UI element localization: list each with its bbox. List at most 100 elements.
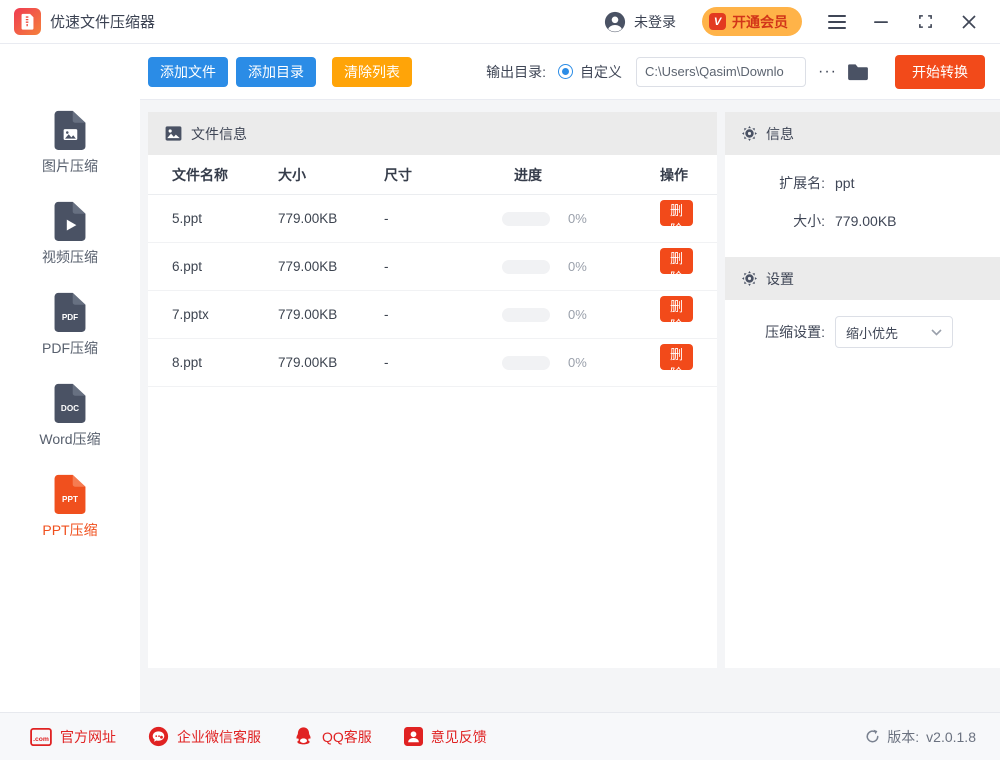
doc-file-icon: DOC	[51, 383, 89, 423]
maximize-button[interactable]	[916, 13, 934, 31]
file-size-cell: 779.00KB	[278, 355, 384, 370]
video-file-icon	[51, 201, 89, 241]
clear-list-button[interactable]: 清除列表	[332, 57, 412, 87]
app-title: 优速文件压缩器	[50, 11, 155, 32]
progress-text: 0%	[568, 259, 587, 274]
file-name-cell: 5.ppt	[172, 211, 278, 226]
col-name: 文件名称	[172, 165, 278, 185]
login-label: 未登录	[634, 12, 676, 32]
sidebar-item-label: 视频压缩	[42, 247, 98, 267]
file-dim-cell: -	[384, 355, 502, 370]
picture-icon	[165, 126, 182, 141]
delete-button[interactable]: 删除	[660, 200, 693, 226]
browse-more-button[interactable]: ···	[818, 63, 837, 81]
file-dim-cell: -	[384, 259, 502, 274]
open-vip-button[interactable]: V 开通会员	[702, 7, 802, 36]
sidebar-item-label: PDF压缩	[42, 338, 98, 358]
output-path-input[interactable]	[636, 57, 806, 87]
progress-text: 0%	[568, 355, 587, 370]
close-button[interactable]	[960, 13, 978, 31]
table-row: 5.ppt 779.00KB - 0% 删除	[148, 195, 717, 243]
svg-text:PDF: PDF	[62, 313, 78, 322]
side-panel: 信息 扩展名: ppt 大小: 779.00KB 设置	[725, 112, 1000, 668]
compress-setting-row: 压缩设置: 缩小优先	[725, 316, 1000, 348]
chevron-down-icon	[931, 329, 942, 336]
sidebar-item-label: 图片压缩	[42, 156, 98, 176]
compress-mode-select[interactable]: 缩小优先	[835, 316, 953, 348]
app-logo-icon	[14, 8, 41, 35]
feedback-label: 意见反馈	[431, 727, 487, 747]
table-header: 文件名称 大小 尺寸 进度 操作	[148, 155, 717, 195]
table-row: 7.pptx 779.00KB - 0% 删除	[148, 291, 717, 339]
version-value: v2.0.1.8	[926, 729, 976, 745]
footer: .com 官方网址 企业微信客服 QQ客服 意见反馈 版本: v2.0.1.8	[0, 712, 1000, 760]
svg-text:DOC: DOC	[61, 404, 79, 413]
version-info: 版本: v2.0.1.8	[865, 727, 976, 747]
col-dim: 尺寸	[384, 165, 502, 185]
login-status[interactable]: 未登录	[604, 11, 676, 33]
version-label: 版本:	[887, 727, 919, 747]
qq-icon	[293, 726, 314, 747]
compress-mode-value: 缩小优先	[846, 323, 898, 342]
delete-button[interactable]: 删除	[660, 248, 693, 274]
sidebar-item-image-compress[interactable]: 图片压缩	[0, 110, 140, 176]
file-name-cell: 7.pptx	[172, 307, 278, 322]
wechat-support-link[interactable]: 企业微信客服	[148, 726, 261, 747]
file-info-header: 文件信息	[148, 112, 717, 155]
minimize-icon	[874, 15, 888, 29]
col-size: 大小	[278, 165, 384, 185]
image-file-icon	[51, 110, 89, 150]
menu-button[interactable]	[828, 13, 846, 31]
progress-text: 0%	[568, 211, 587, 226]
gear-icon	[742, 271, 757, 286]
wechat-support-label: 企业微信客服	[177, 727, 261, 747]
update-icon	[865, 729, 880, 744]
feedback-icon	[404, 727, 423, 746]
file-info-panel: 文件信息 文件名称 大小 尺寸 进度 操作 5.ppt 779.00KB - 0…	[148, 112, 717, 668]
sidebar-item-word-compress[interactable]: DOC Word压缩	[0, 383, 140, 449]
pdf-file-icon: PDF	[51, 292, 89, 332]
start-convert-button[interactable]: 开始转换	[895, 55, 985, 89]
title-bar: 优速文件压缩器 未登录 V 开通会员	[0, 0, 1000, 44]
minimize-button[interactable]	[872, 13, 890, 31]
feedback-link[interactable]: 意见反馈	[404, 727, 487, 747]
qq-support-link[interactable]: QQ客服	[293, 726, 372, 747]
compress-setting-label: 压缩设置:	[725, 322, 825, 342]
add-file-button[interactable]: 添加文件	[148, 57, 228, 87]
ext-row: 扩展名: ppt	[725, 173, 1000, 193]
wechat-icon	[148, 726, 169, 747]
col-action: 操作	[660, 165, 693, 185]
output-dir-label: 输出目录:	[486, 62, 546, 82]
ext-value: ppt	[835, 175, 854, 191]
file-size-cell: 779.00KB	[278, 211, 384, 226]
sidebar-item-ppt-compress[interactable]: PPT PPT压缩	[0, 474, 140, 540]
close-icon	[962, 15, 976, 29]
file-info-title: 文件信息	[191, 124, 247, 144]
delete-button[interactable]: 删除	[660, 344, 693, 370]
svg-text:PPT: PPT	[62, 495, 78, 504]
vip-label: 开通会员	[732, 12, 788, 32]
progress-bar	[502, 260, 550, 274]
ext-label: 扩展名:	[725, 173, 825, 193]
folder-icon	[847, 63, 869, 81]
app-window: 优速文件压缩器 未登录 V 开通会员	[0, 0, 1000, 760]
file-name-cell: 8.ppt	[172, 355, 278, 370]
sidebar-item-video-compress[interactable]: 视频压缩	[0, 201, 140, 267]
progress-bar	[502, 212, 550, 226]
info-section-title: 信息	[766, 124, 794, 144]
sidebar-item-pdf-compress[interactable]: PDF PDF压缩	[0, 292, 140, 358]
svg-text:.com: .com	[33, 736, 49, 743]
website-icon: .com	[30, 728, 52, 746]
custom-dir-radio[interactable]	[558, 64, 573, 79]
delete-button[interactable]: 删除	[660, 296, 693, 322]
col-progress: 进度	[502, 165, 660, 185]
add-dir-button[interactable]: 添加目录	[236, 57, 316, 87]
open-folder-button[interactable]	[847, 63, 869, 81]
progress-bar	[502, 356, 550, 370]
custom-dir-radio-label: 自定义	[580, 62, 622, 82]
official-website-link[interactable]: .com 官方网址	[30, 727, 116, 747]
file-size-cell: 779.00KB	[278, 307, 384, 322]
sidebar-item-label: PPT压缩	[42, 520, 97, 540]
file-dim-cell: -	[384, 211, 502, 226]
file-name-cell: 6.ppt	[172, 259, 278, 274]
